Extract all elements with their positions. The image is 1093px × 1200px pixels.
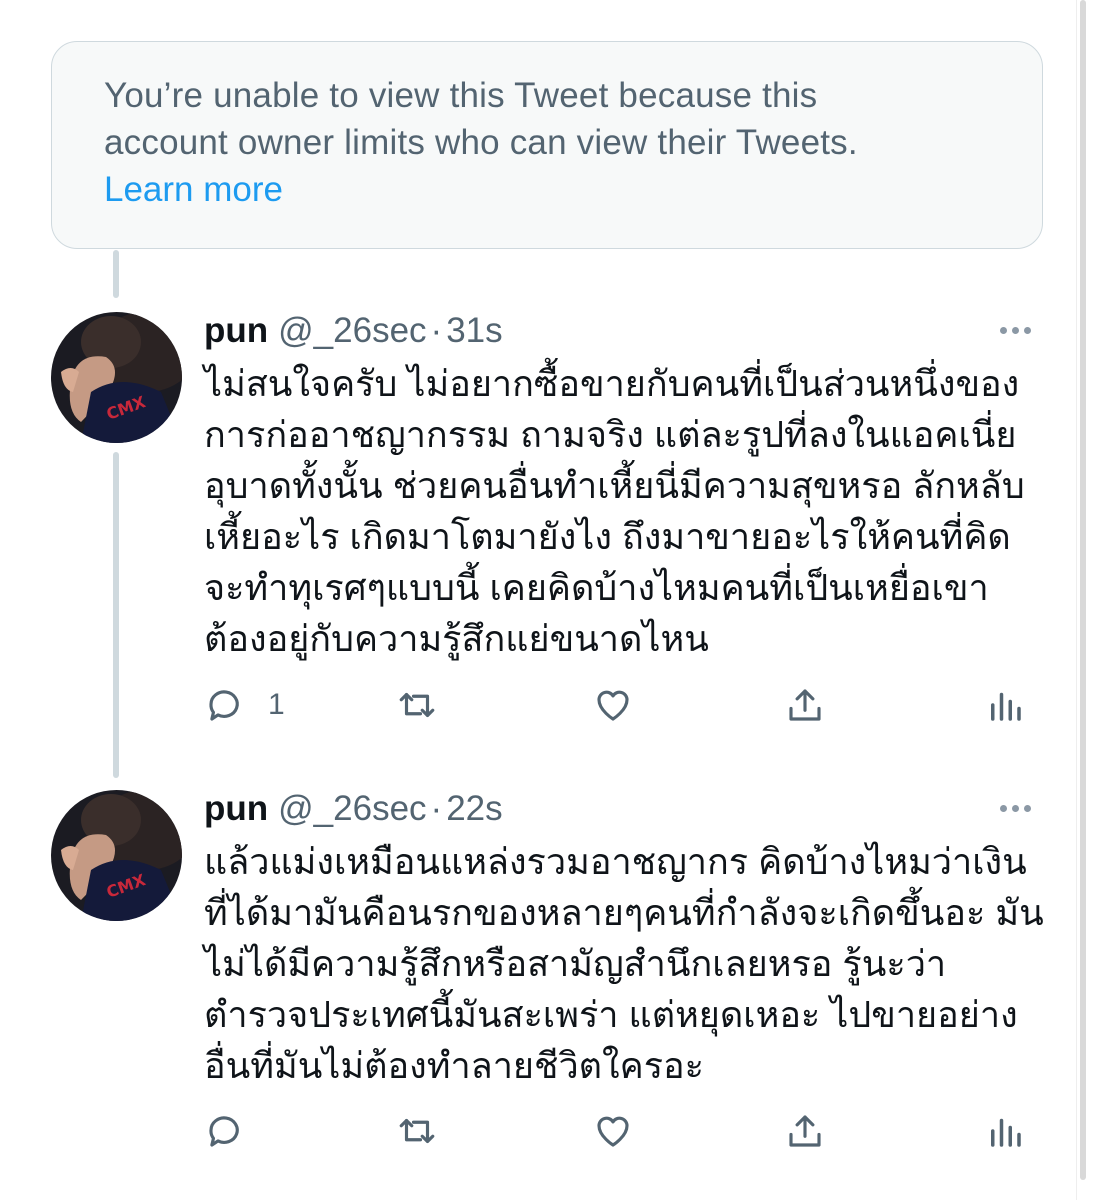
retweet-button[interactable] <box>396 680 438 730</box>
like-button[interactable] <box>592 680 634 730</box>
analytics-icon <box>991 1118 1021 1147</box>
tweet-actions: 1 <box>204 680 1044 730</box>
tweet-text-line: ตำรวจประเทศนี้มันสะเพร่า แต่หยุดเหอะ ไปข… <box>204 994 1018 1035</box>
more-icon[interactable] <box>1000 320 1040 340</box>
scrollbar-thumb[interactable] <box>1080 0 1086 1180</box>
separator-dot: · <box>430 789 443 828</box>
share-button[interactable] <box>784 1106 826 1156</box>
notice-line-2: account owner limits who can view their … <box>104 123 858 162</box>
unavailable-tweet-notice: You’re unable to view this Tweet because… <box>51 41 1043 249</box>
author-handle[interactable]: @_26sec <box>278 308 426 354</box>
author-handle[interactable]: @_26sec <box>278 786 426 832</box>
tweet-timestamp[interactable]: 22s <box>446 786 502 832</box>
tweet-text-line: อื่นที่มันไม่ต้องทำลายชีวิตใครอะ <box>204 1045 705 1086</box>
tweet-text-line: ไม่สนใจครับ ไม่อยากซื้อขายกับคนที่เป็นส่… <box>204 363 1020 404</box>
analytics-button[interactable] <box>984 1106 1026 1156</box>
tweet-timestamp[interactable]: 31s <box>446 308 502 354</box>
tweet-text-line: เหี้ยอะไร เกิดมาโตมายังไง ถึงมาขายอะไรให… <box>204 516 1011 557</box>
tweet-text-line: แล้วแม่งเหมือนแหล่งรวมอาชญากร คิดบ้างไหม… <box>204 841 1027 882</box>
tweet-text-line: ไม่ได้มีความรู้สึกหรือสามัญสำนึกเลยหรอ ร… <box>204 943 947 984</box>
share-icon <box>789 1115 821 1147</box>
more-icon[interactable] <box>1000 798 1040 818</box>
share-icon <box>789 689 821 721</box>
like-icon <box>597 1116 629 1147</box>
avatar[interactable]: CMX <box>51 790 182 921</box>
tweet[interactable]: CMX pun @_26sec · 22s แล้วแม่งเหมือนแหล่… <box>0 786 1076 1186</box>
analytics-icon <box>991 692 1021 721</box>
retweet-button[interactable] <box>396 1106 438 1156</box>
tweet-text-line: จะทำทุเรศๆแบบนี้ เคยคิดบ้างไหมคนที่เป็นเ… <box>204 567 989 608</box>
retweet-icon <box>399 692 435 718</box>
tweet-text-line: อุบาดทั้งนั้น ช่วยคนอื่นทำเหี้ยนี่มีความ… <box>204 465 1025 506</box>
author-name[interactable]: pun <box>204 786 268 832</box>
like-button[interactable] <box>592 1106 634 1156</box>
tweet-header: pun @_26sec · 22s <box>204 786 503 832</box>
like-icon <box>597 690 629 721</box>
tweet[interactable]: CMX pun @_26sec · 31s ไม่สนใจครับ ไม่อยา… <box>0 308 1076 748</box>
tweet-text-line: การก่ออาชญากรรม ถามจริง แต่ละรูปที่ลงในแ… <box>204 414 1017 455</box>
tweet-header: pun @_26sec · 31s <box>204 308 503 354</box>
reply-icon <box>209 1116 239 1147</box>
thread-line <box>113 250 119 298</box>
tweet-text: ไม่สนใจครับ ไม่อยากซื้อขายกับคนที่เป็นส่… <box>204 358 1054 664</box>
avatar[interactable]: CMX <box>51 312 182 443</box>
learn-more-link[interactable]: Learn more <box>104 166 992 213</box>
tweet-actions <box>204 1106 1044 1156</box>
reply-button[interactable] <box>204 1106 268 1156</box>
retweet-icon <box>399 1118 435 1144</box>
share-button[interactable] <box>784 680 826 730</box>
reply-icon <box>209 690 239 721</box>
reply-count: 1 <box>268 688 285 721</box>
analytics-button[interactable] <box>984 680 1026 730</box>
author-name[interactable]: pun <box>204 308 268 354</box>
separator-dot: · <box>430 311 443 350</box>
tweet-text-line: ต้องอยู่กับความรู้สึกแย่ขนาดไหน <box>204 618 709 659</box>
notice-line-1: You’re unable to view this Tweet because… <box>104 76 818 115</box>
reply-button[interactable]: 1 <box>204 680 285 730</box>
tweet-text-line: ที่ได้มามันคือนรกของหลายๆคนที่กำลังจะเกิ… <box>204 892 1044 933</box>
tweet-text: แล้วแม่งเหมือนแหล่งรวมอาชญากร คิดบ้างไหม… <box>204 836 1054 1091</box>
